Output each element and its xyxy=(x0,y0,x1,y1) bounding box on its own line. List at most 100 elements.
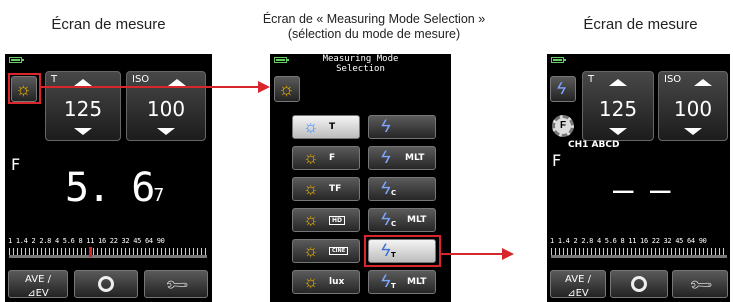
chevron-up-icon[interactable] xyxy=(74,79,92,86)
t-value: 125 xyxy=(63,97,103,121)
title-line2: Selection xyxy=(336,64,385,74)
highlight-mode-button xyxy=(8,73,41,104)
scale-ticks xyxy=(9,248,207,255)
sun-icon: ☼ xyxy=(303,210,319,229)
t-label: T xyxy=(51,74,58,85)
chevron-up-icon[interactable] xyxy=(167,79,186,86)
mode-flash-cord[interactable]: ϟ xyxy=(368,115,436,139)
mode-sub: C xyxy=(391,220,397,228)
cine-icon: CINE xyxy=(329,247,349,255)
f-value: 5. 67 xyxy=(65,165,164,211)
mode-ambient-hd[interactable]: ☼ HD xyxy=(292,208,360,232)
bolt-icon: ϟ xyxy=(555,79,568,98)
mode-button[interactable]: ☼ xyxy=(274,76,300,102)
chevron-up-icon[interactable] xyxy=(694,79,713,86)
f-value: — — xyxy=(613,170,670,210)
sun-icon: ☼ xyxy=(278,79,295,99)
ave-line2: ⊿EV xyxy=(27,288,49,299)
gear-icon[interactable]: F xyxy=(552,115,574,137)
chevron-down-icon[interactable] xyxy=(684,128,702,135)
caption-right: Écran de mesure xyxy=(583,16,698,33)
mode-sub: T xyxy=(391,282,396,290)
f-label: F xyxy=(11,155,21,174)
scale-ticks xyxy=(551,248,727,255)
iso-panel[interactable]: ISO 100 xyxy=(126,71,206,141)
iso-label: ISO xyxy=(664,74,682,85)
mode-flash-cordless-mlt[interactable]: ϟ C MLT xyxy=(368,208,436,232)
caption-center-line1: Écran de « Measuring Mode Selection » xyxy=(262,12,486,26)
settings-button[interactable]: 🔧︎ xyxy=(144,270,208,299)
ave-line1: AVE / xyxy=(25,274,51,285)
mode-button[interactable]: ϟ xyxy=(550,76,576,102)
battery-icon xyxy=(9,57,24,63)
chevron-down-icon[interactable] xyxy=(74,128,92,135)
memory-button[interactable] xyxy=(74,270,138,298)
mode-label: F xyxy=(329,153,336,163)
arrow-line xyxy=(41,86,259,88)
chevron-up-icon[interactable] xyxy=(609,79,627,86)
iso-value: 100 xyxy=(673,97,713,121)
t-value: 125 xyxy=(598,97,638,121)
mode-label: T xyxy=(329,122,336,132)
ave-ev-button[interactable]: AVE / ⊿EV xyxy=(8,270,68,299)
ave-line2: ⊿EV xyxy=(567,288,589,299)
scale-marker xyxy=(89,247,92,257)
title-line1: Measuring Mode xyxy=(322,54,399,64)
settings-button[interactable]: 🔧︎ xyxy=(672,270,728,299)
mode-ambient-cine[interactable]: ☼ CINE xyxy=(292,239,360,263)
mode-label: MLT xyxy=(407,215,427,225)
mode-flash-radio-mlt[interactable]: ϟ T MLT xyxy=(368,270,436,294)
screen-title: Measuring Mode Selection xyxy=(270,54,451,74)
f-label: F xyxy=(552,151,562,170)
wrench-icon: 🔧︎ xyxy=(688,272,715,299)
caption-center: Écran de « Measuring Mode Selection » (s… xyxy=(224,12,524,42)
mode-ambient-tf[interactable]: ☼ TF xyxy=(292,177,360,201)
sun-icon: ☼ xyxy=(303,241,319,260)
aperture-scale: 1 1.4 2 2.8 4 5.6 8 11 16 22 32 45 64 90 xyxy=(550,237,707,245)
battery-icon xyxy=(551,57,566,63)
mode-label: MLT xyxy=(407,277,427,287)
wrench-icon: 🔧︎ xyxy=(164,272,191,299)
aperture-scale: 1 1.4 2 2.8 4 5.6 8 11 16 22 32 45 64 90 xyxy=(8,237,165,245)
mode-label: lux xyxy=(329,277,345,287)
sun-icon: ☼ xyxy=(303,117,319,136)
highlight-selected-mode xyxy=(364,235,441,267)
mode-ambient-lux[interactable]: ☼ lux xyxy=(292,270,360,294)
t-label: T xyxy=(588,74,595,85)
mode-ambient-t[interactable]: ☼ T xyxy=(292,115,360,139)
ave-ev-button[interactable]: AVE / ⊿EV xyxy=(550,270,606,299)
mode-ambient-f[interactable]: ☼ F xyxy=(292,146,360,170)
shutter-speed-panel[interactable]: T 125 xyxy=(45,71,121,141)
mode-flash-cordless[interactable]: ϟC xyxy=(368,177,436,201)
channel-label: CH1 ABCD xyxy=(568,140,620,150)
caption-center-line2: (sélection du mode de mesure) xyxy=(287,27,461,41)
arrow-right-icon xyxy=(258,81,270,93)
f-value-sub: 7 xyxy=(153,185,164,206)
memory-button[interactable] xyxy=(610,270,668,298)
arrow-right-icon xyxy=(502,248,514,260)
iso-label: ISO xyxy=(132,74,150,85)
chevron-down-icon[interactable] xyxy=(609,128,627,135)
measuring-screen-right: ϟ F T 125 ISO 100 CH1 ABCD F — — 1 1.4 2… xyxy=(547,54,730,302)
scale-bar xyxy=(9,255,207,258)
bolt-icon: ϟ xyxy=(379,147,393,167)
mode-flash-mlt[interactable]: ϟ MLT xyxy=(368,146,436,170)
sun-icon: ☼ xyxy=(303,179,319,198)
bolt-icon: ϟ xyxy=(379,116,393,136)
f-value-main: 5. 6 xyxy=(65,165,155,211)
ave-line1: AVE / xyxy=(565,274,591,285)
mode-label: MLT xyxy=(405,153,425,163)
mode-label: TF xyxy=(329,184,342,194)
memory-icon xyxy=(98,276,114,292)
arrow-line xyxy=(441,253,503,255)
sun-icon: ☼ xyxy=(303,148,319,167)
iso-panel[interactable]: ISO 100 xyxy=(658,71,728,141)
memory-icon xyxy=(631,276,647,292)
sun-icon: ☼ xyxy=(303,272,319,291)
hd-icon: HD xyxy=(329,216,346,225)
mode-sub: C xyxy=(391,189,397,197)
iso-value: 100 xyxy=(146,97,186,121)
chevron-down-icon[interactable] xyxy=(157,128,175,135)
scale-bar xyxy=(551,255,727,258)
shutter-speed-panel[interactable]: T 125 xyxy=(582,71,654,141)
